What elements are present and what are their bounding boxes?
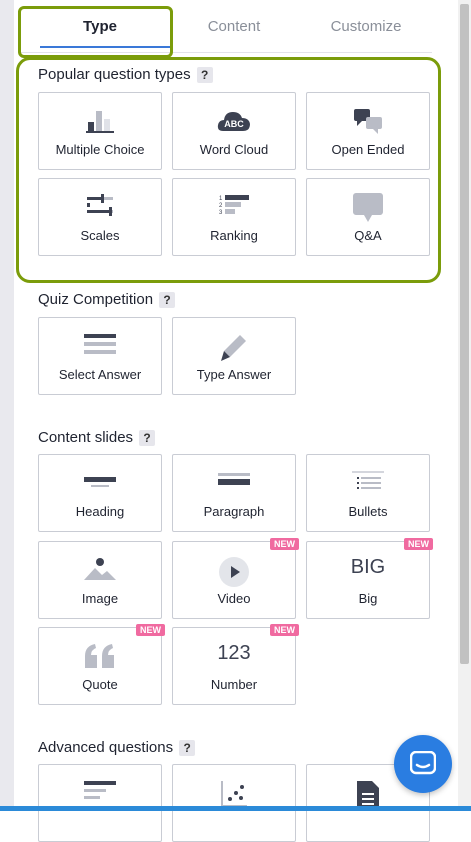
- card-label: Scales: [80, 228, 120, 243]
- ranking-icon: 1 2 3: [219, 195, 249, 216]
- content-help-button[interactable]: ?: [139, 429, 156, 446]
- tab-type-highlight: [18, 6, 173, 58]
- card-video[interactable]: NEW Video: [172, 538, 299, 619]
- advanced-help-button[interactable]: ?: [179, 739, 196, 756]
- popular-section-label: Popular question types: [38, 66, 191, 83]
- speech-bubbles-icon: [354, 109, 382, 134]
- paragraph-icon: [218, 473, 250, 485]
- heading-icon: [84, 477, 116, 487]
- card-label: Video: [217, 591, 251, 606]
- svg-text:1: 1: [219, 196, 223, 202]
- bullets-icon: [352, 471, 384, 489]
- card-label: Quote: [82, 677, 118, 692]
- quiz-help-button[interactable]: ?: [159, 291, 176, 308]
- big-text-icon: BIG: [350, 556, 386, 578]
- card-label: Image: [81, 591, 119, 606]
- new-badge: NEW: [270, 624, 299, 636]
- card-big[interactable]: NEW BIG Big: [306, 538, 433, 619]
- card-label: Q&A: [354, 228, 382, 243]
- card-label: Type Answer: [196, 367, 272, 382]
- content-section-label: Content slides: [38, 429, 134, 446]
- card-label: Open Ended: [331, 142, 405, 157]
- scrollbar-thumb[interactable]: [460, 4, 469, 664]
- question-type-panel: Type Content Customize Popular question …: [16, 0, 441, 842]
- card-word-cloud[interactable]: ABC Word Cloud: [172, 92, 296, 170]
- card-type-answer[interactable]: Type Answer: [172, 317, 296, 395]
- svg-text:2: 2: [219, 203, 223, 209]
- sliders-icon: [87, 194, 113, 216]
- number-text-icon: 123: [217, 642, 251, 664]
- card-heading[interactable]: Heading: [38, 454, 162, 532]
- scatter-plot-icon: [221, 781, 247, 807]
- new-badge: NEW: [136, 624, 165, 636]
- card-label: Big: [358, 591, 378, 606]
- card-select-answer[interactable]: Select Answer: [38, 317, 162, 395]
- new-badge: NEW: [404, 538, 433, 550]
- card-advanced-1[interactable]: [38, 764, 162, 842]
- card-quote[interactable]: NEW Quote: [38, 624, 165, 705]
- tab-customize[interactable]: Customize: [306, 18, 426, 35]
- card-open-ended[interactable]: Open Ended: [306, 92, 430, 170]
- card-label: Ranking: [210, 228, 258, 243]
- bar-chart-icon: [86, 111, 114, 133]
- word-cloud-icon-text: ABC: [224, 119, 244, 129]
- card-label: Paragraph: [203, 504, 265, 519]
- advanced-section-label: Advanced questions: [38, 739, 174, 756]
- new-badge: NEW: [270, 538, 299, 550]
- card-label: Multiple Choice: [55, 142, 145, 157]
- list-lines-icon: [84, 334, 116, 354]
- image-icon: [84, 558, 116, 580]
- card-label: Word Cloud: [199, 142, 269, 157]
- card-advanced-2[interactable]: [172, 764, 296, 842]
- tab-content[interactable]: Content: [174, 18, 294, 35]
- quiz-section-title: Quiz Competition ?: [38, 291, 176, 308]
- bottom-bar: [0, 806, 471, 811]
- chat-support-button[interactable]: [394, 735, 452, 793]
- chat-icon: [410, 751, 436, 775]
- card-label: Number: [210, 677, 258, 692]
- quiz-section-label: Quiz Competition: [38, 291, 154, 308]
- content-section-title: Content slides ?: [38, 429, 156, 446]
- card-qa[interactable]: Q&A: [306, 178, 430, 256]
- card-ranking[interactable]: 1 2 3 Ranking: [172, 178, 296, 256]
- card-label: Heading: [75, 504, 125, 519]
- card-label: Select Answer: [58, 367, 142, 382]
- card-scales[interactable]: Scales: [38, 178, 162, 256]
- advanced-section-title: Advanced questions ?: [38, 739, 196, 756]
- text-lines-icon: [84, 781, 116, 799]
- left-edge: [0, 0, 14, 811]
- scrollbar[interactable]: [458, 0, 471, 811]
- svg-text:3: 3: [219, 210, 223, 216]
- card-multiple-choice[interactable]: Multiple Choice: [38, 92, 162, 170]
- card-label: Bullets: [348, 504, 388, 519]
- play-icon: [219, 557, 249, 587]
- card-paragraph[interactable]: Paragraph: [172, 454, 296, 532]
- popular-help-button[interactable]: ?: [196, 66, 213, 83]
- pencil-icon: [221, 335, 246, 361]
- quote-icon: [85, 644, 114, 668]
- qa-bubble-icon: [353, 193, 383, 222]
- card-bullets[interactable]: Bullets: [306, 454, 430, 532]
- word-cloud-icon: ABC: [217, 112, 250, 131]
- card-number[interactable]: NEW 123 Number: [172, 624, 299, 705]
- card-image[interactable]: Image: [38, 541, 162, 619]
- popular-section-title: Popular question types ?: [38, 66, 213, 83]
